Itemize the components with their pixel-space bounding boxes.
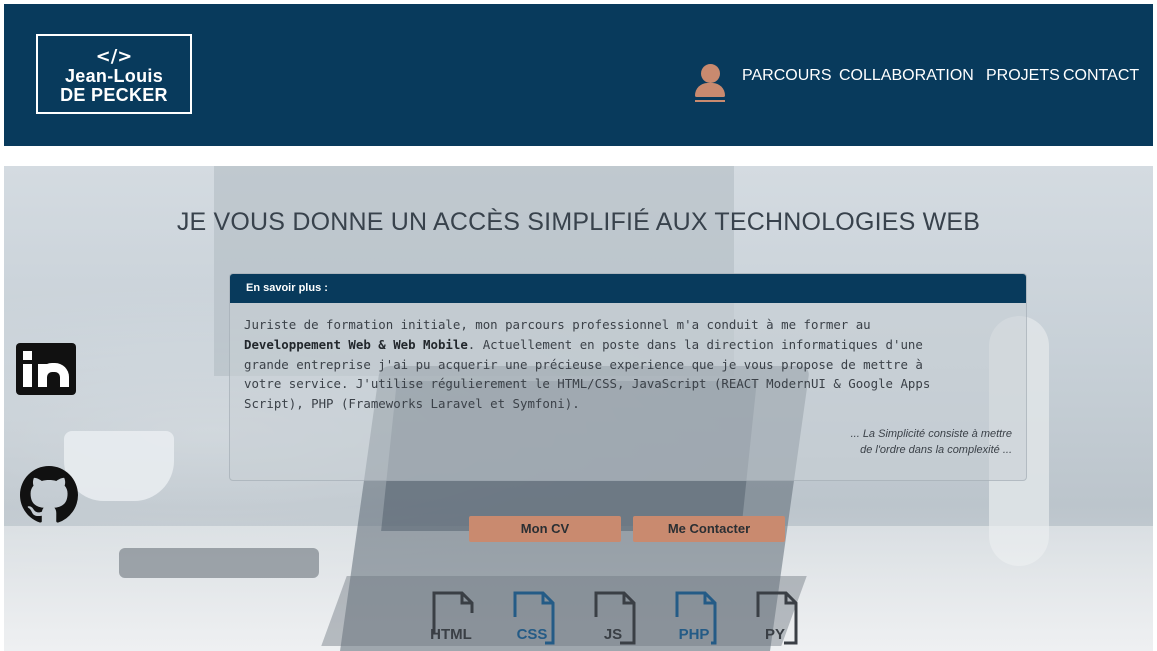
tech-label: JS bbox=[603, 626, 623, 643]
github-icon[interactable] bbox=[16, 466, 82, 524]
tech-js: JS bbox=[590, 589, 642, 647]
about-text-line: grande entreprise j'ai pu acquerir une p… bbox=[244, 356, 923, 372]
user-icon[interactable] bbox=[693, 64, 727, 104]
site-logo[interactable]: </> Jean-Louis DE PECKER bbox=[36, 34, 192, 114]
tech-css: CSS bbox=[509, 589, 561, 647]
about-text-highlight: Developpement Web & Web Mobile bbox=[244, 336, 468, 352]
background-phone bbox=[119, 548, 319, 578]
tech-label: HTML bbox=[430, 626, 472, 643]
hero-section: JE VOUS DONNE UN ACCÈS SIMPLIFIÉ AUX TEC… bbox=[4, 166, 1153, 651]
logo-first-name: Jean-Louis bbox=[64, 66, 164, 86]
logo-last-name: DE PECKER bbox=[60, 85, 168, 105]
about-quote: ... La Simplicité consiste à mettre de l… bbox=[850, 428, 1012, 456]
site-header: </> Jean-Louis DE PECKER PARCOURS COLLAB… bbox=[4, 4, 1153, 146]
nav-item-parcours[interactable]: PARCOURS bbox=[742, 67, 832, 85]
about-text-line: Juriste de formation initiale, mon parco… bbox=[244, 317, 871, 332]
about-card-header[interactable]: En savoir plus : bbox=[230, 274, 1026, 303]
tech-label: CSS bbox=[516, 626, 548, 643]
nav-item-projets[interactable]: PROJETS bbox=[986, 67, 1060, 85]
about-card: En savoir plus : Juriste de formation in… bbox=[229, 273, 1027, 481]
cv-button[interactable]: Mon CV bbox=[469, 516, 621, 542]
tech-php: PHP bbox=[671, 589, 723, 647]
about-text-line: Developpement Web & Web Mobile. Actuelle… bbox=[244, 336, 923, 352]
nav-item-contact[interactable]: CONTACT bbox=[1063, 67, 1139, 85]
about-text-line: Script), PHP (Frameworks Laravel et Symf… bbox=[244, 396, 580, 412]
tech-html: HTML bbox=[428, 589, 480, 647]
tech-py: PY bbox=[752, 589, 804, 647]
about-card-body: Juriste de formation initiale, mon parco… bbox=[230, 303, 1026, 414]
tech-label: PHP bbox=[678, 626, 710, 643]
nav-item-collaboration[interactable]: COLLABORATION bbox=[839, 67, 974, 85]
background-keyboard bbox=[321, 576, 807, 646]
contact-button[interactable]: Me Contacter bbox=[633, 516, 785, 542]
hero-title: JE VOUS DONNE UN ACCÈS SIMPLIFIÉ AUX TEC… bbox=[176, 208, 981, 236]
tech-label: PY bbox=[764, 626, 785, 643]
linkedin-icon[interactable] bbox=[16, 343, 76, 395]
logo-code-glyph: </> bbox=[95, 46, 133, 67]
about-text-line: votre service. J'utilise régulierement l… bbox=[244, 376, 931, 392]
